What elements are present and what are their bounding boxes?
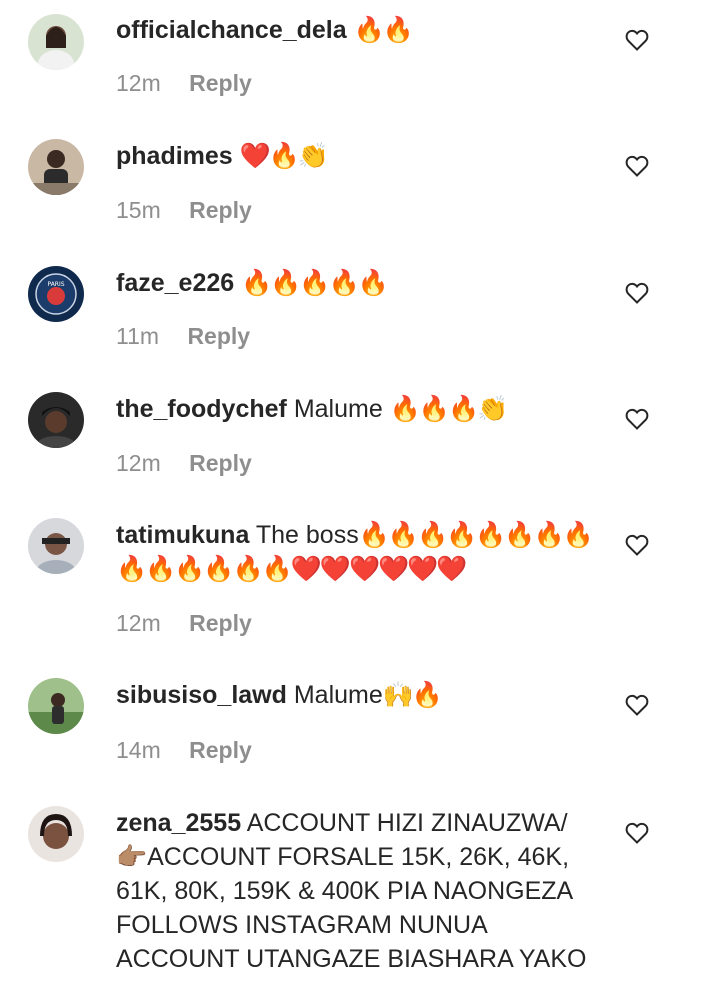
avatar[interactable] bbox=[28, 678, 84, 734]
comment-meta: 12m Reply bbox=[116, 70, 252, 97]
comment-time: 15m bbox=[116, 197, 161, 223]
comment-username[interactable]: officialchance_dela bbox=[116, 16, 347, 44]
comment-text: officialchance_dela 🔥🔥 bbox=[116, 13, 606, 47]
heart-icon[interactable] bbox=[625, 155, 649, 177]
comment-text: zena_2555 ACCOUNT HIZI ZINAUZWA/ 👉🏽ACCOU… bbox=[116, 806, 596, 976]
reply-button[interactable]: Reply bbox=[189, 450, 252, 476]
comment-text: sibusiso_lawd Malume🙌🔥 bbox=[116, 678, 606, 712]
avatar[interactable] bbox=[28, 518, 84, 574]
comment-text: faze_e226 🔥🔥🔥🔥🔥 bbox=[116, 266, 606, 300]
comment-body: The boss bbox=[255, 521, 359, 549]
comment-meta: 15m Reply bbox=[116, 197, 252, 224]
comment-time: 14m bbox=[116, 737, 161, 763]
comment-username[interactable]: zena_2555 bbox=[116, 809, 241, 837]
comment-time: 12m bbox=[116, 610, 161, 636]
heart-icon[interactable] bbox=[625, 694, 649, 716]
comment-body: Malume bbox=[293, 681, 383, 709]
comment-emoji: 🔥🔥🔥🔥🔥 bbox=[241, 268, 389, 297]
reply-button[interactable]: Reply bbox=[189, 197, 252, 223]
avatar[interactable] bbox=[28, 392, 84, 448]
heart-icon[interactable] bbox=[625, 534, 649, 556]
heart-icon[interactable] bbox=[625, 29, 649, 51]
comment-username[interactable]: tatimukuna bbox=[116, 521, 249, 549]
comment-text: the_foodychef Malume 🔥🔥🔥👏 bbox=[116, 392, 606, 426]
comment-username[interactable]: faze_e226 bbox=[116, 269, 234, 297]
avatar[interactable] bbox=[28, 139, 84, 195]
avatar[interactable] bbox=[28, 14, 84, 70]
comment-time: 12m bbox=[116, 450, 161, 476]
comment-username[interactable]: phadimes bbox=[116, 142, 233, 170]
heart-icon[interactable] bbox=[625, 822, 649, 844]
comment-emoji: 🔥🔥🔥👏 bbox=[389, 394, 509, 423]
heart-icon[interactable] bbox=[625, 408, 649, 430]
heart-icon[interactable] bbox=[625, 282, 649, 304]
avatar[interactable]: PARIS bbox=[28, 266, 84, 322]
reply-button[interactable]: Reply bbox=[189, 610, 252, 636]
comment-username[interactable]: sibusiso_lawd bbox=[116, 681, 287, 709]
reply-button[interactable]: Reply bbox=[189, 70, 252, 96]
comment-emoji: 🙌🔥 bbox=[382, 680, 443, 709]
comment-meta: 11m Reply bbox=[116, 323, 250, 350]
comment-meta: 12m Reply bbox=[116, 610, 252, 637]
comment-time: 11m bbox=[116, 323, 160, 349]
avatar-badge-text: PARIS bbox=[47, 281, 64, 288]
comment-text: phadimes ❤️🔥👏 bbox=[116, 139, 606, 173]
comment-emoji: 🔥🔥 bbox=[353, 15, 414, 44]
comment-username[interactable]: the_foodychef bbox=[116, 395, 287, 423]
comment-meta: 14m Reply bbox=[116, 737, 252, 764]
comment-body: Malume bbox=[293, 395, 383, 423]
comment-text: tatimukuna The boss🔥🔥🔥🔥🔥🔥🔥🔥🔥🔥🔥🔥🔥🔥❤️❤️❤️❤… bbox=[116, 518, 596, 586]
reply-button[interactable]: Reply bbox=[189, 737, 252, 763]
comment-time: 12m bbox=[116, 70, 161, 96]
comment-meta: 12m Reply bbox=[116, 450, 252, 477]
avatar[interactable] bbox=[28, 806, 84, 862]
comment-emoji: ❤️🔥👏 bbox=[239, 141, 329, 170]
reply-button[interactable]: Reply bbox=[187, 323, 250, 349]
